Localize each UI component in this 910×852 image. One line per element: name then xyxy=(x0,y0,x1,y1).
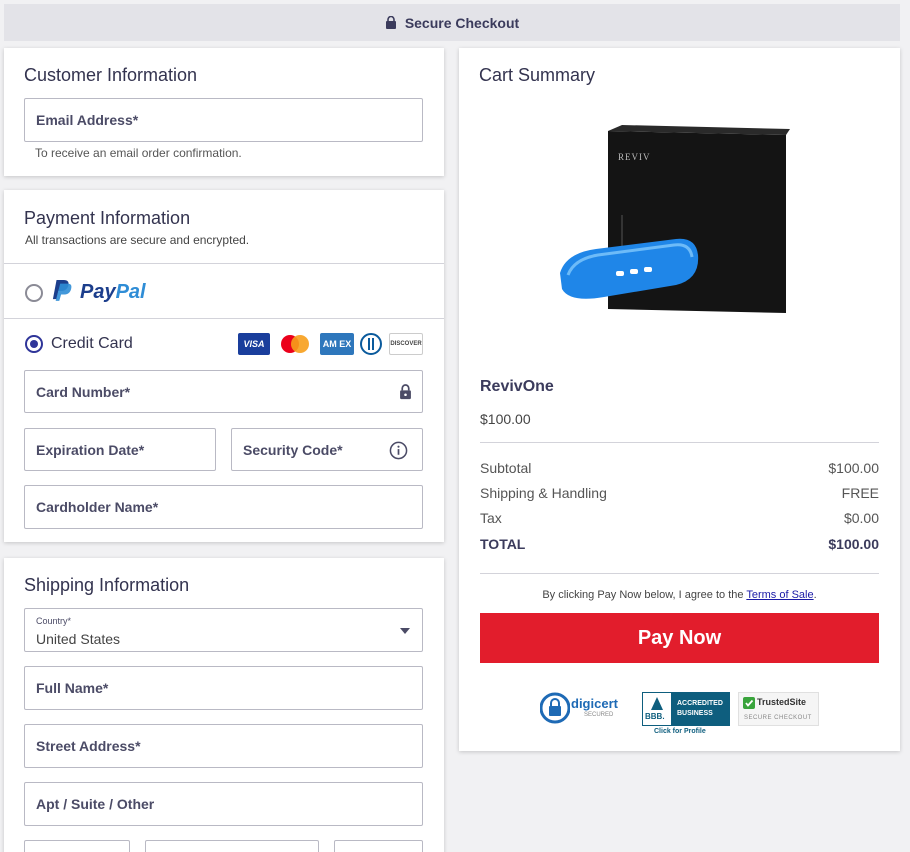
bbb-logo-icon: BBB. xyxy=(643,693,671,725)
checkmark-icon xyxy=(743,697,755,709)
divider xyxy=(480,442,879,443)
total-value: $100.00 xyxy=(828,536,879,552)
bbb-torch-icon xyxy=(651,697,663,710)
paypal-logo-icon xyxy=(52,280,72,301)
street-address-field[interactable]: Street Address* xyxy=(24,724,423,768)
cart-summary-title: Cart Summary xyxy=(479,65,596,85)
subtotal-row: Subtotal $100.00 xyxy=(480,460,879,476)
street-address-label: Street Address* xyxy=(36,738,141,754)
tax-label: Tax xyxy=(480,510,502,526)
cardholder-name-field[interactable]: Cardholder Name* xyxy=(24,485,423,529)
security-code-field[interactable]: Security Code* xyxy=(231,428,423,471)
card-number-label: Card Number* xyxy=(36,383,131,400)
terms-note: By clicking Pay Now below, I agree to th… xyxy=(459,589,900,601)
payment-information-card: Payment Information All transactions are… xyxy=(4,190,444,542)
expiration-date-field[interactable]: Expiration Date* xyxy=(24,428,216,471)
trustedsite-text: TrustedSite xyxy=(757,697,807,707)
digicert-sub: SECURED xyxy=(584,712,614,718)
paypal-option[interactable]: PayPal xyxy=(4,264,444,318)
lock-icon xyxy=(400,384,411,400)
bbb-mark: BBB. xyxy=(645,712,665,721)
bbb-line1: ACCREDITED xyxy=(677,700,723,707)
email-hint: To receive an email order confirmation. xyxy=(35,146,242,160)
total-label: TOTAL xyxy=(480,536,526,552)
zip-field[interactable] xyxy=(334,840,423,852)
paypal-word-pay: Pay xyxy=(80,281,116,303)
customer-information-card: Customer Information Email Address* To r… xyxy=(4,48,444,176)
country-label: Country* xyxy=(36,616,72,626)
credit-card-radio[interactable] xyxy=(25,335,43,353)
box-brand-text: REVIV xyxy=(618,152,651,162)
apt-suite-field[interactable]: Apt / Suite / Other xyxy=(24,782,423,826)
security-code-label: Security Code* xyxy=(243,441,343,458)
card-number-field[interactable]: Card Number* xyxy=(24,370,423,413)
country-value: United States xyxy=(36,631,121,647)
email-field-label: Email Address* xyxy=(36,112,139,128)
product-name: RevivOne xyxy=(480,378,554,395)
cardholder-name-label: Cardholder Name* xyxy=(36,499,159,515)
country-select[interactable]: Country* United States xyxy=(24,608,423,652)
caret-down-icon xyxy=(400,628,410,634)
customer-information-title: Customer Information xyxy=(24,65,198,85)
lock-icon xyxy=(385,16,396,29)
bbb-badge[interactable]: BBB. ACCREDITED BUSINESS Click for Profi… xyxy=(642,692,730,738)
tax-row: Tax $0.00 xyxy=(480,510,879,526)
info-icon[interactable] xyxy=(389,441,408,460)
secure-checkout-banner: Secure Checkout xyxy=(4,4,900,41)
diners-club-icon xyxy=(360,333,382,355)
discover-icon: DISCOVER xyxy=(389,333,423,355)
credit-card-option[interactable]: Credit Card VISA AM EX DISCOVER xyxy=(4,319,444,369)
banner-title: Secure Checkout xyxy=(404,14,520,31)
apt-suite-label: Apt / Suite / Other xyxy=(36,796,155,812)
product-price: $100.00 xyxy=(480,411,531,427)
tax-value: $0.00 xyxy=(843,510,879,526)
divider xyxy=(480,573,879,574)
credit-card-label: Credit Card xyxy=(51,335,133,352)
digicert-text: digicert xyxy=(571,696,618,711)
expiration-date-label: Expiration Date* xyxy=(36,441,145,458)
payment-subtitle: All transactions are secure and encrypte… xyxy=(25,233,250,247)
product-image xyxy=(560,125,790,313)
shipping-label: Shipping & Handling xyxy=(480,485,607,501)
terms-of-sale-link[interactable]: Terms of Sale xyxy=(746,589,813,601)
shipping-information-card: Shipping Information Country* United Sta… xyxy=(4,558,444,852)
full-name-label: Full Name* xyxy=(36,680,109,696)
bbb-profile-link[interactable]: Click for Profile xyxy=(654,728,706,735)
state-field[interactable] xyxy=(145,840,319,852)
subtotal-value: $100.00 xyxy=(828,460,879,476)
full-name-field[interactable]: Full Name* xyxy=(24,666,423,710)
subtotal-label: Subtotal xyxy=(480,460,532,476)
visa-icon: VISA xyxy=(238,333,270,355)
bbb-line2: BUSINESS xyxy=(677,710,713,717)
amex-icon: AM EX xyxy=(320,333,354,355)
mastercard-icon xyxy=(281,335,309,353)
city-field[interactable] xyxy=(24,840,130,852)
shipping-row: Shipping & Handling FREE xyxy=(480,485,879,501)
cart-summary-card: Cart Summary REVIV RevivOne $100.00 Subt… xyxy=(459,48,900,751)
paypal-wordmark: PayPal xyxy=(80,281,146,304)
digicert-badge[interactable]: digicert SECURED xyxy=(540,688,634,728)
terms-prefix: By clicking Pay Now below, I agree to th… xyxy=(542,589,747,601)
bbb-panel: BBB. ACCREDITED BUSINESS xyxy=(642,692,730,726)
shipping-value: FREE xyxy=(841,485,879,501)
email-field[interactable]: Email Address* xyxy=(24,98,423,142)
shipping-information-title: Shipping Information xyxy=(24,575,190,595)
total-row: TOTAL $100.00 xyxy=(480,536,879,552)
pay-now-button[interactable]: Pay Now xyxy=(480,613,879,663)
paypal-radio[interactable] xyxy=(25,284,43,302)
terms-suffix: . xyxy=(813,589,817,601)
paypal-word-pal: Pal xyxy=(115,281,146,303)
digicert-lock-icon xyxy=(540,692,570,724)
trustedsite-sub: SECURE CHECKOUT xyxy=(744,715,812,721)
payment-information-title: Payment Information xyxy=(24,208,191,228)
trustedsite-badge[interactable]: TrustedSite SECURE CHECKOUT xyxy=(738,692,819,726)
